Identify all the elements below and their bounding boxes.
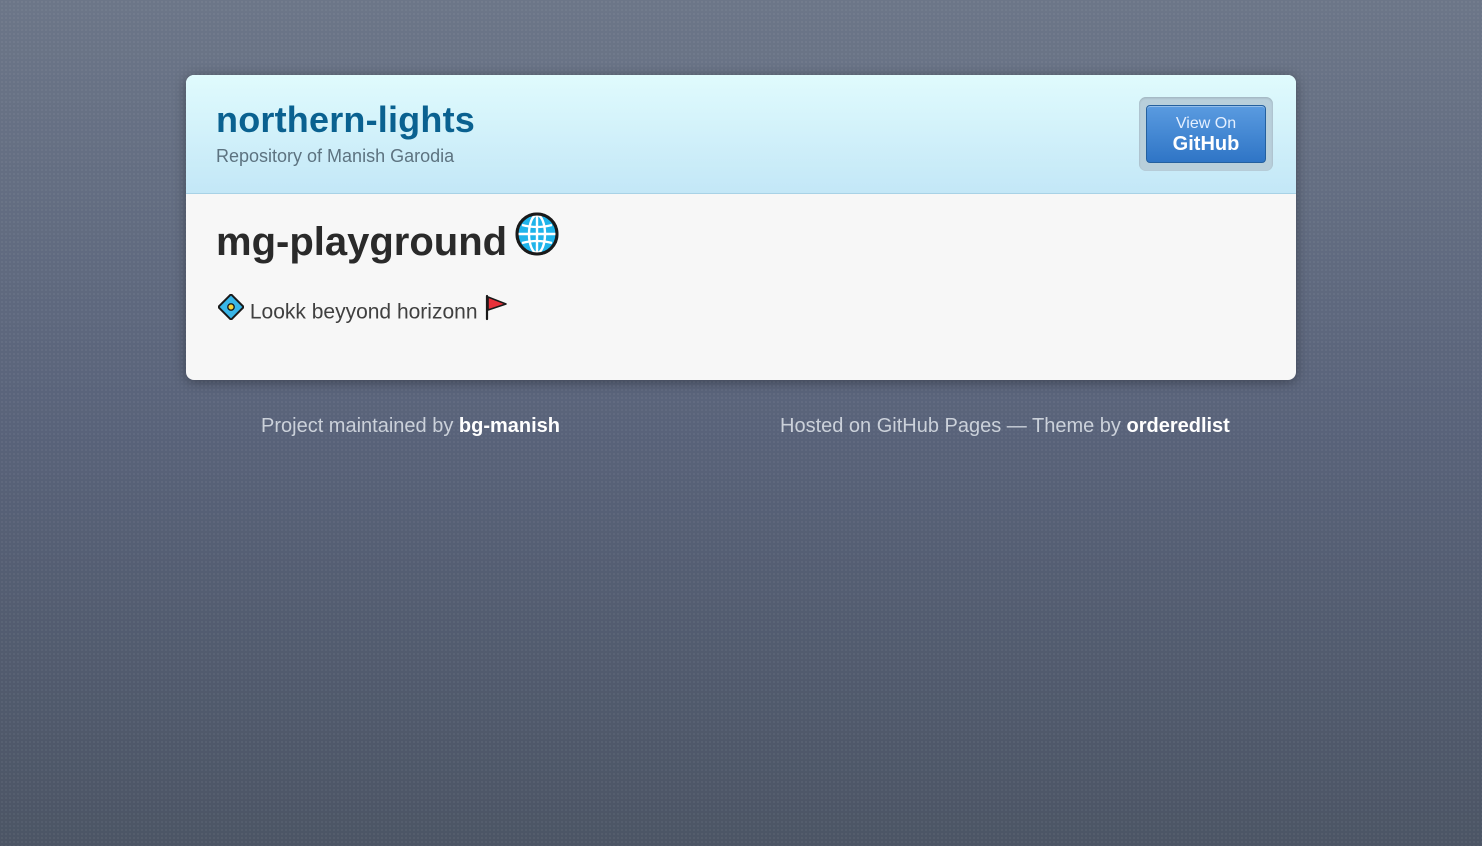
- content-card: northern-lights Repository of Manish Gar…: [186, 75, 1296, 380]
- github-button-big-label: GitHub: [1172, 133, 1240, 155]
- page-heading-text: mg-playground: [216, 220, 508, 264]
- view-on-github-button[interactable]: View On GitHub: [1146, 105, 1266, 163]
- footer-maintainer-prefix: Project maintained by: [261, 415, 454, 437]
- diamond-icon: [216, 292, 246, 328]
- footer-credits: Hosted on GitHub Pages — Theme by ordere…: [780, 412, 1230, 440]
- github-button-frame: View On GitHub: [1139, 97, 1273, 171]
- page-header: northern-lights Repository of Manish Gar…: [186, 75, 1296, 194]
- tagline-text: Lookk beyyond horizonn: [249, 300, 478, 324]
- theme-author-link[interactable]: orderedlist: [1126, 415, 1229, 437]
- globe-icon: [515, 212, 559, 270]
- github-button-small-label: View On: [1175, 115, 1237, 132]
- tagline: Lookk beyyond horizonn: [216, 292, 509, 329]
- repo-title[interactable]: northern-lights: [216, 97, 475, 143]
- flag-icon: [483, 293, 509, 329]
- maintainer-link[interactable]: bg-manish: [459, 415, 560, 437]
- footer-credits-prefix: Hosted on GitHub Pages — Theme by: [780, 415, 1121, 437]
- footer-maintainer: Project maintained by bg-manish: [261, 412, 560, 440]
- repo-subtitle: Repository of Manish Garodia: [216, 146, 455, 166]
- page-heading: mg-playground: [216, 212, 559, 270]
